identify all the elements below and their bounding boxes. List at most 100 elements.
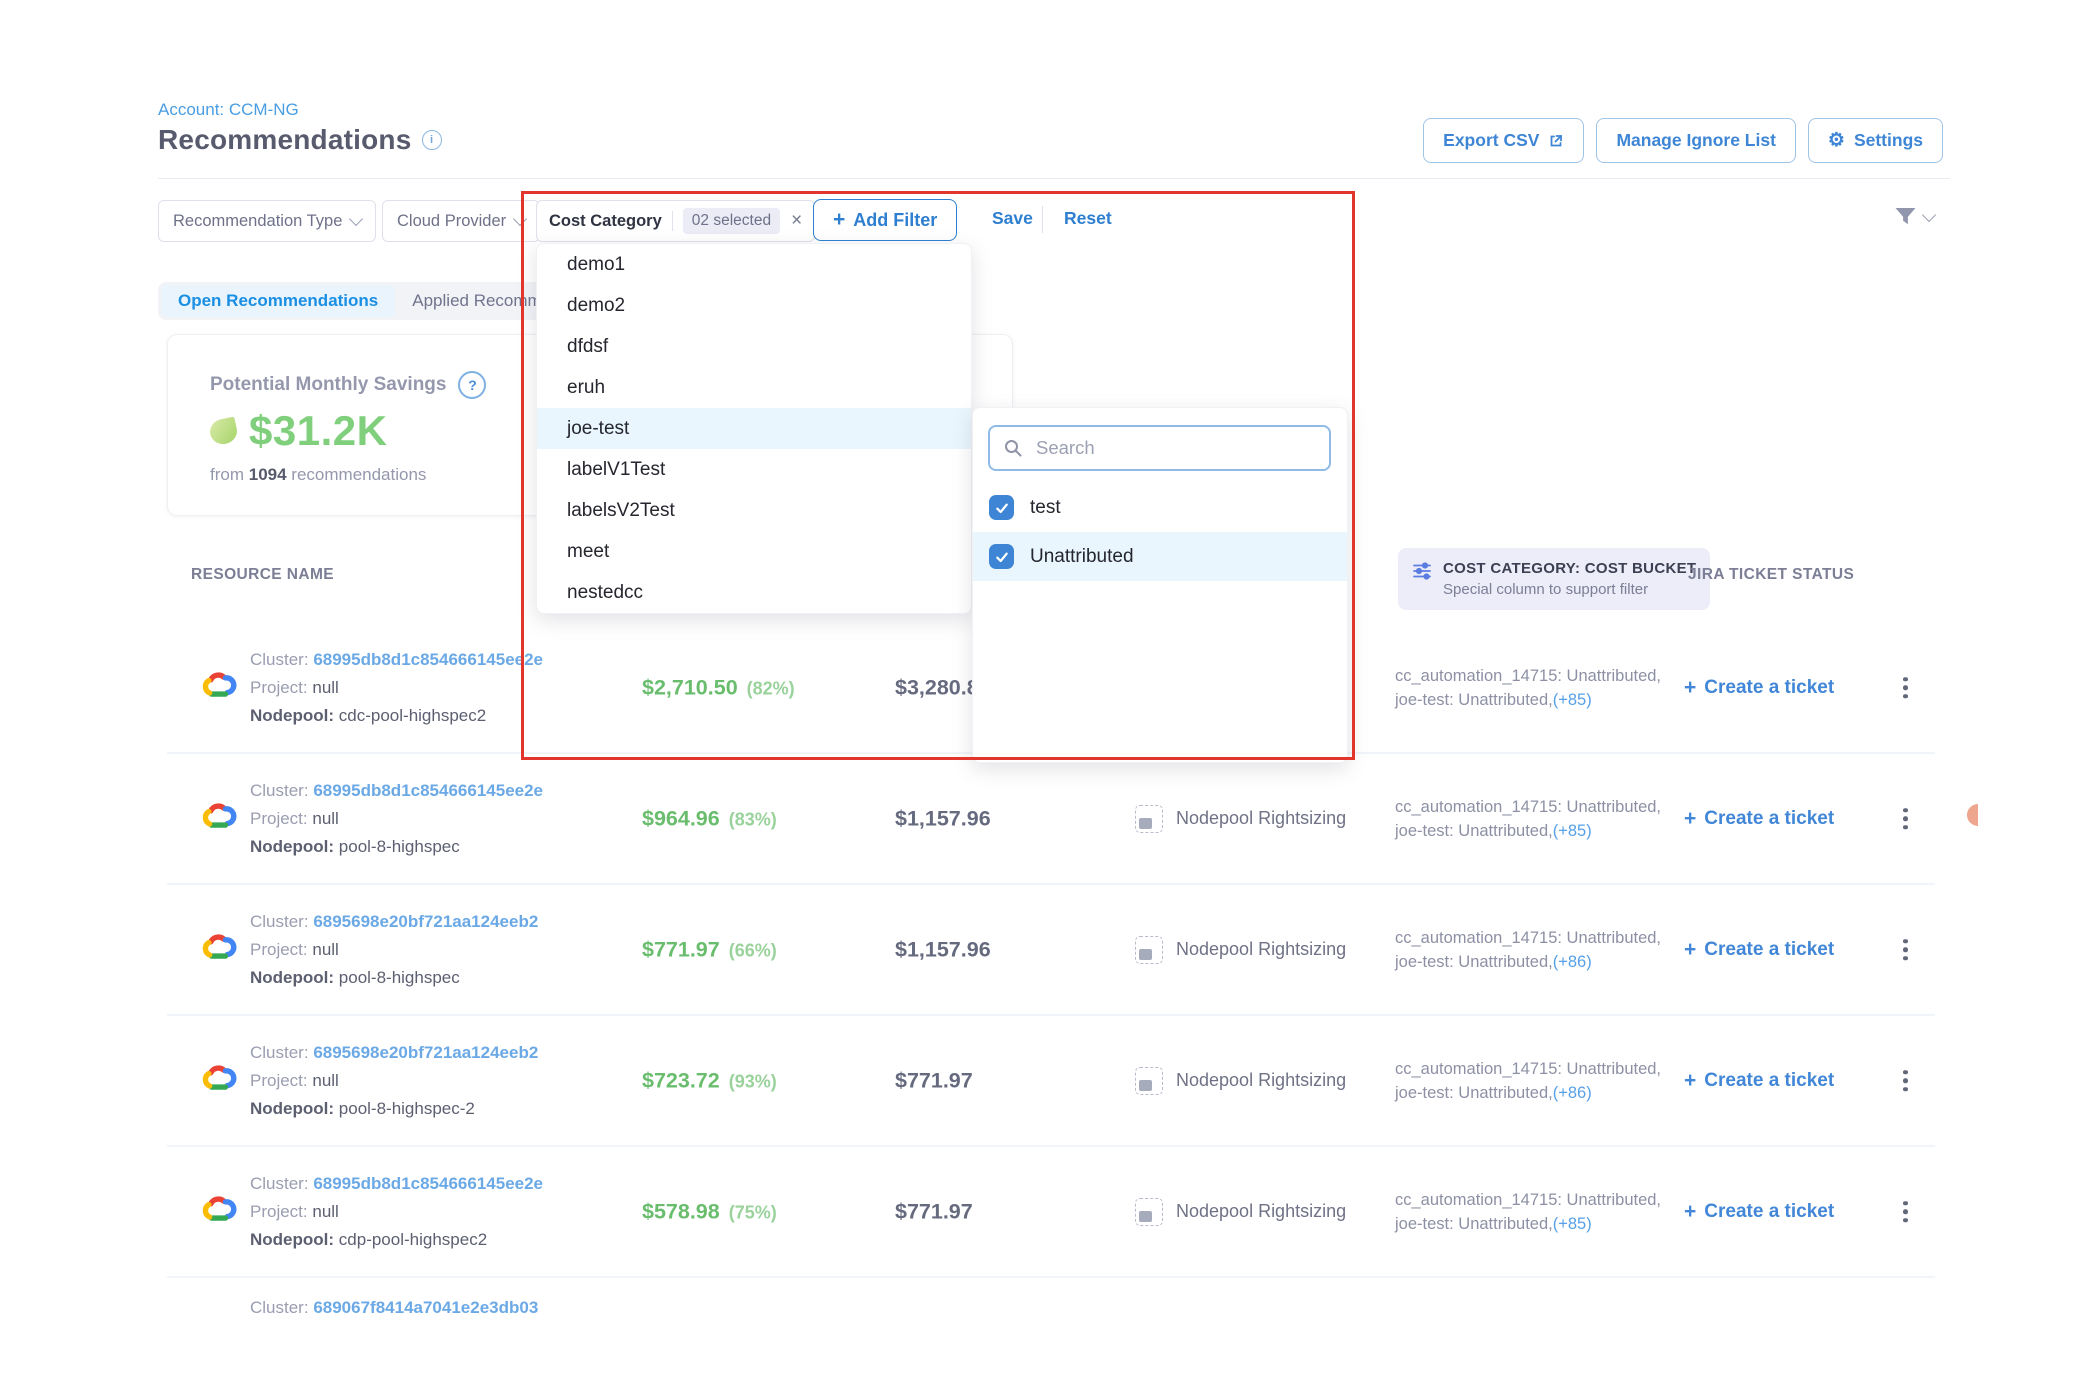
chevron-down-icon [349,212,363,226]
header-actions: Export CSV Manage Ignore List ⚙ Settings [1423,118,1943,163]
cluster-id-link[interactable]: 6895698e20bf721aa124eeb2 [313,1043,538,1062]
resource-details: Cluster: 68995db8d1c854666145ee2e Projec… [250,1170,543,1254]
cluster-label: Cluster: [250,781,309,800]
chevron-down-icon [513,212,527,226]
nodepool-label: Nodepool: [250,968,334,987]
bucket-options: test Unattributed [973,483,1347,581]
cost-bucket-more-link[interactable]: (+86) [1553,1084,1592,1102]
cluster-line: Cluster: 68995db8d1c854666145ee2e [250,1170,543,1198]
dropdown-item[interactable]: demo1 [537,244,971,285]
recommendation-type-value: Nodepool Rightsizing [1176,1201,1346,1222]
nodepool-value: cdp-pool-highspec2 [339,1230,487,1249]
settings-button[interactable]: ⚙ Settings [1808,118,1943,163]
nodepool-line: Nodepool: cdp-pool-highspec2 [250,1226,543,1254]
cost-category-header-title: COST CATEGORY: COST BUCKET [1443,558,1696,579]
search-field[interactable] [988,425,1331,471]
monthly-savings-cell: $964.96 (83%) [642,806,777,831]
project-label: Project: [250,940,308,959]
filter-menu-button[interactable] [1893,205,1934,229]
kebab-menu-icon[interactable] [1899,1197,1912,1227]
bucket-option[interactable]: Unattributed [973,532,1347,581]
create-ticket-button[interactable]: + Create a ticket [1684,1200,1834,1224]
cluster-id-link[interactable]: 6895698e20bf721aa124eeb2 [313,912,538,931]
column-header-resource-name[interactable]: RESOURCE NAME [191,566,334,584]
save-filter-button[interactable]: Save [992,208,1033,229]
dropdown-item[interactable]: dfdsf [537,326,971,367]
dropdown-item-label: nestedcc [567,582,643,604]
dropdown-item[interactable]: labelsV2Test [537,490,971,531]
table-row-partial[interactable]: Cluster: 689067f8414a7041e2e3db03 [167,1278,1935,1318]
savings-value: $723.72 [642,1068,720,1093]
edge-handle[interactable] [1967,804,1978,826]
close-icon[interactable]: × [791,210,802,232]
cost-bucket-line2: joe-test: Unattributed,(+85) [1395,1212,1661,1236]
cost-bucket-more-link[interactable]: (+85) [1553,691,1592,709]
cluster-id-link[interactable]: 68995db8d1c854666145ee2e [313,650,543,669]
rightsizing-icon [1135,1067,1163,1095]
dropdown-item[interactable]: nestedcc [537,572,971,613]
table-row[interactable]: Cluster: 68995db8d1c854666145ee2e Projec… [167,754,1935,885]
monthly-savings-cell: $723.72 (93%) [642,1068,777,1093]
cloud-provider-filter[interactable]: Cloud Provider [382,200,540,242]
cost-bucket-line1: cc_automation_14715: Unattributed, [1395,795,1661,819]
cluster-line: Cluster: 68995db8d1c854666145ee2e [250,646,543,674]
cluster-line: Cluster: 689067f8414a7041e2e3db03 [250,1294,538,1318]
create-ticket-label: Create a ticket [1704,1201,1834,1223]
checkbox-checked-icon[interactable] [989,495,1014,520]
dropdown-item[interactable]: demo2 [537,285,971,326]
create-ticket-button[interactable]: + Create a ticket [1684,676,1834,700]
cluster-id-link[interactable]: 68995db8d1c854666145ee2e [313,781,543,800]
create-ticket-button[interactable]: + Create a ticket [1684,1069,1834,1093]
bucket-option[interactable]: test [973,483,1347,532]
create-ticket-label: Create a ticket [1704,1070,1834,1092]
cost-bucket-cell: cc_automation_14715: Unattributed, joe-t… [1395,795,1661,843]
dropdown-item[interactable]: eruh [537,367,971,408]
manage-ignore-list-button[interactable]: Manage Ignore List [1596,118,1795,163]
cost-bucket-line2: joe-test: Unattributed,(+86) [1395,1081,1661,1105]
table-row[interactable]: Cluster: 68995db8d1c854666145ee2e Projec… [167,1147,1935,1278]
account-breadcrumb[interactable]: Account: CCM-NG [158,100,299,120]
checkbox-checked-icon[interactable] [989,544,1014,569]
dropdown-item-label: eruh [567,377,605,399]
project-line: Project: null [250,674,543,702]
dropdown-item-label: labelsV2Test [567,500,675,522]
project-value: null [312,940,338,959]
table-row[interactable]: Cluster: 6895698e20bf721aa124eeb2 Projec… [167,1016,1935,1147]
cost-bucket-more-link[interactable]: (+85) [1553,822,1592,840]
create-ticket-button[interactable]: + Create a ticket [1684,938,1834,962]
export-csv-button[interactable]: Export CSV [1423,118,1584,163]
filter-divider [1042,206,1043,233]
cost-bucket-more-link[interactable]: (+85) [1553,1215,1592,1233]
cost-category-filter[interactable]: Cost Category 02 selected × [536,200,815,242]
cost-bucket-line1: cc_automation_14715: Unattributed, [1395,1188,1661,1212]
kebab-menu-icon[interactable] [1899,935,1912,965]
add-filter-button[interactable]: + Add Filter [813,199,957,241]
cluster-id-link[interactable]: 689067f8414a7041e2e3db03 [313,1298,538,1317]
dropdown-item[interactable]: joe-test [537,408,971,449]
cost-bucket-line1: cc_automation_14715: Unattributed, [1395,926,1661,950]
cluster-id-link[interactable]: 68995db8d1c854666145ee2e [313,1174,543,1193]
bucket-option-label: Unattributed [1030,546,1134,568]
dropdown-item[interactable]: meet [537,531,971,572]
kebab-menu-icon[interactable] [1899,1066,1912,1096]
column-header-cost-category[interactable]: COST CATEGORY: COST BUCKET Special colum… [1398,548,1710,610]
create-ticket-button[interactable]: + Create a ticket [1684,807,1834,831]
table-row[interactable]: Cluster: 6895698e20bf721aa124eeb2 Projec… [167,885,1935,1016]
tab-open-recommendations[interactable]: Open Recommendations [161,285,395,317]
savings-percent: (82%) [747,678,795,699]
gcp-cloud-icon [200,1195,237,1225]
kebab-menu-icon[interactable] [1899,804,1912,834]
kebab-menu-icon[interactable] [1899,673,1912,703]
gcp-cloud-icon [200,802,237,832]
cost-category-dropdown: demo1 demo2 dfdsf eruh joe-test labelV1T… [536,243,972,614]
recommendation-type-filter[interactable]: Recommendation Type [158,200,376,242]
cluster-line: Cluster: 6895698e20bf721aa124eeb2 [250,1039,538,1067]
settings-label: Settings [1854,130,1923,151]
rightsizing-icon [1135,936,1163,964]
reset-filter-button[interactable]: Reset [1064,208,1112,229]
dropdown-item[interactable]: labelV1Test [537,449,971,490]
search-input[interactable] [1034,436,1316,460]
question-icon[interactable]: ? [458,371,486,399]
info-icon[interactable]: i [422,130,442,150]
cost-bucket-more-link[interactable]: (+86) [1553,953,1592,971]
